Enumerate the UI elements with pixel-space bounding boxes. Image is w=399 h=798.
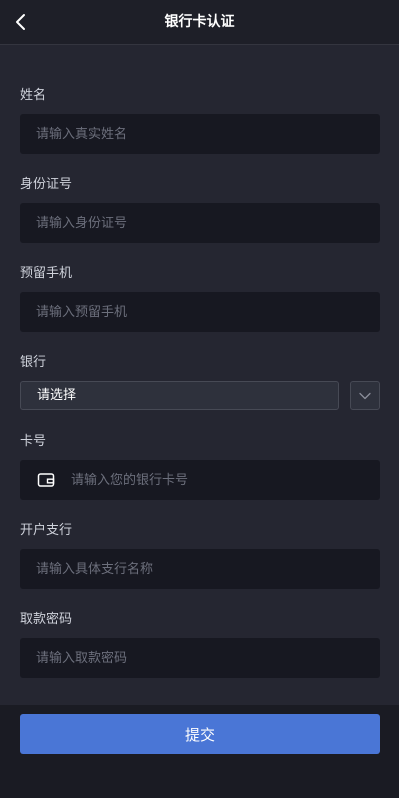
branch-input[interactable] [20,549,380,589]
bank-label: 银行 [20,355,47,370]
phone-field[interactable] [20,292,380,332]
bank-select-toggle[interactable] [350,381,380,410]
withdraw-password-input[interactable] [20,638,380,678]
bank-select[interactable]: 请选择 [20,381,339,410]
card-number-field[interactable] [20,460,380,500]
submit-button[interactable]: 提交 [20,714,380,754]
id-number-input[interactable] [20,203,380,243]
name-label: 姓名 [20,88,47,103]
page-title: 银行卡认证 [164,14,235,30]
name-input[interactable] [20,114,380,154]
card-number-label: 卡号 [20,434,47,449]
phone-input[interactable] [20,292,380,332]
header-bar: 银行卡认证 [0,0,399,45]
withdraw-password-field[interactable] [20,638,380,678]
card-number-input[interactable] [20,460,380,500]
withdraw-password-label: 取款密码 [20,612,73,627]
id-number-field[interactable] [20,203,380,243]
bank-select-value: 请选择 [37,388,77,403]
wallet-icon [37,473,55,487]
branch-label: 开户支行 [20,523,73,538]
name-field[interactable] [20,114,380,154]
branch-field[interactable] [20,549,380,589]
id-number-label: 身份证号 [20,177,73,192]
phone-label: 预留手机 [20,266,73,281]
chevron-down-icon [359,392,371,399]
